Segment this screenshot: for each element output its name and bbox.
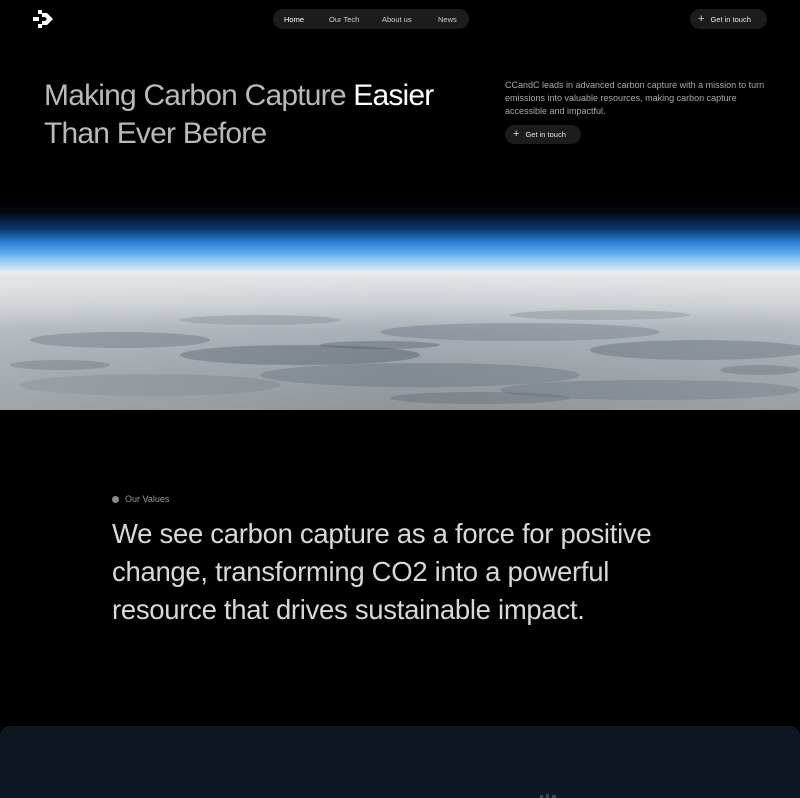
next-section-panel — [0, 726, 800, 798]
nav-news[interactable]: News — [438, 15, 457, 24]
values-statement: We see carbon capture as a force for pos… — [112, 518, 652, 625]
hero-cta-label: Get in touch — [525, 130, 566, 139]
partial-text-mark — [540, 794, 556, 798]
hero-title-accent: Easier — [353, 79, 434, 112]
values-section-label: Our Values — [112, 494, 169, 504]
hero-title-part2: Than Ever Before — [44, 117, 267, 150]
hero-description: CCandC leads in advanced carbon capture … — [505, 80, 765, 116]
hero-get-in-touch-button[interactable]: + Get in touch — [505, 125, 581, 144]
values-label-text: Our Values — [125, 494, 170, 504]
bullet-dot-icon — [112, 495, 119, 503]
header-get-in-touch-button[interactable]: + Get in touch — [690, 9, 767, 29]
arrow-logo-icon[interactable] — [33, 10, 53, 28]
nav-about-us[interactable]: About us — [382, 15, 412, 24]
plus-icon: + — [513, 128, 520, 140]
header-cta-label: Get in touch — [710, 14, 751, 24]
plus-icon: + — [698, 12, 705, 25]
nav-our-tech[interactable]: Our Tech — [329, 15, 359, 24]
hero-title-part1: Making Carbon Capture — [44, 79, 354, 112]
nav-home[interactable]: Home — [284, 15, 304, 24]
site-header: Home Our Tech About us News + Get in tou… — [0, 0, 800, 40]
earth-horizon-image — [0, 200, 800, 410]
main-nav: Home Our Tech About us News — [273, 9, 469, 29]
hero-title: Making Carbon Capture Easier Than Ever B… — [44, 77, 484, 153]
